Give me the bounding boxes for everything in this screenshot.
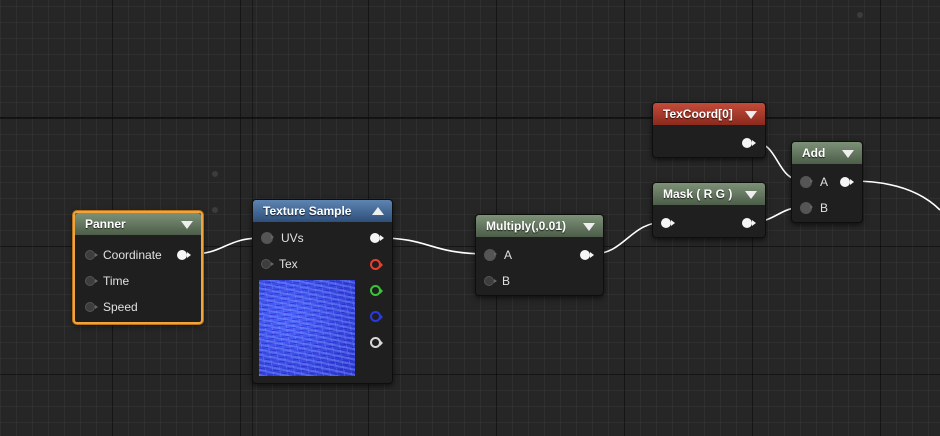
panner-pin-coordinate[interactable]: Coordinate <box>85 245 162 265</box>
panner-pin-time[interactable]: Time <box>85 271 129 291</box>
collapse-caret-icon[interactable] <box>181 221 193 229</box>
graph-horizontal-axis <box>0 117 940 118</box>
input-pin-icon[interactable] <box>800 202 813 214</box>
texture-sample-node-title: Texture Sample <box>263 204 352 218</box>
multiply-pin-a[interactable]: A <box>484 245 512 265</box>
add-node[interactable]: Add A B <box>791 141 863 223</box>
texture-output-g-pin-icon[interactable] <box>370 285 383 296</box>
input-pin-icon[interactable] <box>85 250 98 260</box>
add-pin-b[interactable]: B <box>800 198 828 218</box>
panner-pin-label: Coordinate <box>103 248 162 262</box>
panner-pin-speed[interactable]: Speed <box>85 297 138 317</box>
collapse-caret-icon[interactable] <box>842 150 854 158</box>
input-pin-icon[interactable] <box>261 232 274 244</box>
texture-pin-tex[interactable]: Tex <box>261 254 298 274</box>
texture-output-rgb-pin-icon[interactable] <box>370 233 384 243</box>
texcoord-output-pin-icon[interactable] <box>742 138 756 148</box>
input-pin-icon[interactable] <box>85 276 98 286</box>
multiply-output-pin-icon[interactable] <box>580 250 594 260</box>
texture-pin-label: Tex <box>279 257 298 271</box>
texcoord-node-header[interactable]: TexCoord[0] <box>653 103 765 125</box>
texture-output-r-pin-icon[interactable] <box>370 259 383 270</box>
mask-node[interactable]: Mask ( R G ) <box>652 182 766 238</box>
input-pin-icon[interactable] <box>484 276 497 286</box>
texture-preview-image <box>259 280 355 376</box>
texture-output-b-pin-icon[interactable] <box>370 311 383 322</box>
panner-node[interactable]: Panner Coordinate Time Speed <box>73 211 203 324</box>
wire-texture-to-multiply <box>379 237 489 255</box>
panner-output-pin-icon[interactable] <box>177 250 191 260</box>
mask-output-pin-icon[interactable] <box>742 218 756 228</box>
panner-node-header[interactable]: Panner <box>75 213 201 235</box>
panner-node-title: Panner <box>85 217 126 231</box>
add-node-title: Add <box>802 146 826 160</box>
input-pin-icon[interactable] <box>261 259 274 269</box>
multiply-node[interactable]: Multiply(,0.01) A B <box>475 214 604 296</box>
multiply-pin-b[interactable]: B <box>484 271 510 291</box>
texcoord-node-title: TexCoord[0] <box>663 107 733 121</box>
reroute-dot <box>212 207 218 213</box>
texture-output-a-pin-icon[interactable] <box>370 337 383 348</box>
collapse-caret-icon[interactable] <box>745 111 757 119</box>
multiply-node-title: Multiply(,0.01) <box>486 219 567 233</box>
add-pin-a[interactable]: A <box>800 172 828 192</box>
input-pin-icon[interactable] <box>484 249 497 261</box>
texcoord-node[interactable]: TexCoord[0] <box>652 102 766 158</box>
texture-pin-label: UVs <box>281 231 304 245</box>
wire-add-output <box>851 180 940 211</box>
add-node-header[interactable]: Add <box>792 142 862 164</box>
reroute-dot <box>857 12 863 18</box>
add-output-pin-icon[interactable] <box>840 177 854 187</box>
collapse-caret-icon[interactable] <box>583 223 595 231</box>
multiply-pin-label: A <box>504 248 513 262</box>
multiply-pin-label: B <box>502 274 511 288</box>
add-pin-label: A <box>820 175 829 189</box>
collapse-caret-icon[interactable] <box>745 191 757 199</box>
texture-pin-uvs[interactable]: UVs <box>261 228 304 248</box>
texture-sample-node[interactable]: Texture Sample UVs Tex <box>252 199 393 384</box>
multiply-node-header[interactable]: Multiply(,0.01) <box>476 215 603 237</box>
add-pin-label: B <box>820 201 829 215</box>
mask-input-pin-icon[interactable] <box>661 218 675 228</box>
texture-sample-node-header[interactable]: Texture Sample <box>253 200 392 222</box>
input-pin-icon[interactable] <box>800 176 813 188</box>
input-pin-icon[interactable] <box>85 302 98 312</box>
reroute-dot <box>212 171 218 177</box>
panner-pin-label: Speed <box>103 300 138 314</box>
mask-node-header[interactable]: Mask ( R G ) <box>653 183 765 205</box>
panner-pin-label: Time <box>103 274 130 288</box>
expand-caret-icon[interactable] <box>372 207 384 215</box>
mask-node-title: Mask ( R G ) <box>663 187 733 201</box>
